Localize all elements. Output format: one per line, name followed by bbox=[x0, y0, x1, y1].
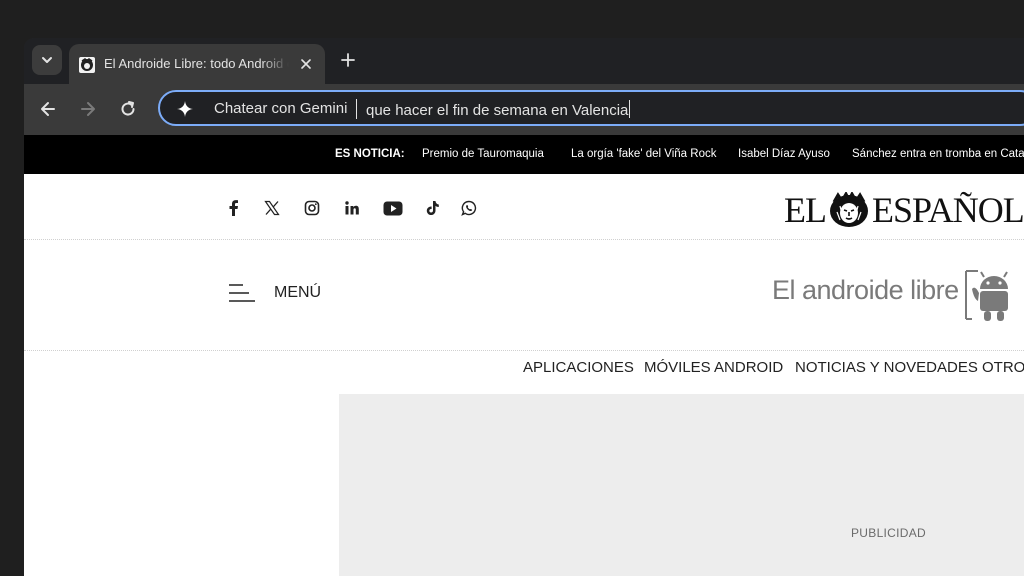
reload-button[interactable] bbox=[117, 98, 139, 120]
lion-logo-icon bbox=[829, 192, 868, 227]
facebook-icon bbox=[229, 200, 238, 216]
divider bbox=[24, 350, 1024, 351]
chevron-down-icon bbox=[42, 57, 52, 63]
whatsapp-icon bbox=[461, 200, 477, 216]
instagram-link[interactable] bbox=[301, 197, 323, 219]
lion-favicon-icon bbox=[79, 57, 95, 73]
facebook-link[interactable] bbox=[222, 197, 244, 219]
linkedin-icon bbox=[345, 201, 359, 215]
instagram-icon bbox=[304, 200, 320, 216]
ad-container[interactable]: PUBLICIDAD bbox=[339, 394, 1024, 576]
news-label: ES NOTICIA: bbox=[335, 148, 405, 160]
news-link[interactable]: La orgía 'fake' del Viña Rock bbox=[571, 148, 716, 160]
android-robot-logo-icon bbox=[965, 270, 1008, 321]
tab-title: El Androide Libre: todo Android en españ… bbox=[104, 56, 289, 71]
linkedin-link[interactable] bbox=[341, 197, 363, 219]
active-tab[interactable]: El Androide Libre: todo Android en españ… bbox=[69, 44, 325, 84]
hamburger-menu-icon bbox=[229, 284, 255, 302]
news-link[interactable]: Premio de Tauromaquia bbox=[422, 148, 544, 160]
back-button[interactable] bbox=[37, 98, 59, 120]
forward-button[interactable] bbox=[77, 98, 99, 120]
menu-button[interactable]: MENÚ bbox=[228, 283, 321, 303]
divider bbox=[24, 239, 1024, 240]
omnibox-separator bbox=[356, 99, 357, 119]
nav-item-aplicaciones[interactable]: APLICACIONES bbox=[523, 359, 634, 376]
nav-item-otros[interactable]: OTROS bbox=[982, 359, 1024, 376]
web-page: ES NOTICIA: Premio de Tauromaquia La org… bbox=[24, 135, 1024, 576]
menu-label: MENÚ bbox=[274, 284, 322, 301]
reload-icon bbox=[121, 101, 135, 116]
arrow-left-icon bbox=[41, 102, 55, 116]
browser-toolbar: Chatear con Gemini que hacer el fin de s… bbox=[24, 84, 1024, 135]
tiktok-link[interactable] bbox=[421, 197, 443, 219]
plus-icon bbox=[341, 53, 355, 67]
youtube-icon bbox=[383, 201, 403, 215]
x-icon bbox=[264, 200, 280, 216]
news-ticker-bar: ES NOTICIA: Premio de Tauromaquia La org… bbox=[24, 135, 1024, 174]
youtube-link[interactable] bbox=[382, 197, 404, 219]
logo-text-right: ESPAÑOL bbox=[871, 190, 1024, 230]
news-link[interactable]: Isabel Díaz Ayuso bbox=[738, 148, 830, 160]
nav-item-noticias-novedades[interactable]: NOTICIAS Y NOVEDADES bbox=[795, 359, 978, 376]
ad-label: PUBLICIDAD bbox=[851, 526, 927, 540]
el-espanol-logo[interactable]: EL ESPAÑOL bbox=[784, 190, 1024, 230]
new-tab-button[interactable] bbox=[338, 50, 358, 70]
whatsapp-link[interactable] bbox=[458, 197, 480, 219]
el-androide-libre-logo[interactable]: El androide libre bbox=[772, 275, 959, 306]
search-query-text[interactable]: que hacer el fin de semana en Valencia bbox=[366, 100, 631, 119]
arrow-right-icon bbox=[81, 102, 95, 116]
tiktok-icon bbox=[426, 201, 439, 215]
gemini-chip[interactable]: Chatear con Gemini bbox=[214, 100, 347, 117]
gemini-sparkle-icon bbox=[177, 101, 193, 117]
browser-window: El Androide Libre: todo Android en españ… bbox=[24, 38, 1024, 576]
x-link[interactable] bbox=[261, 197, 283, 219]
tab-close-button[interactable] bbox=[297, 55, 315, 73]
tab-search-button[interactable] bbox=[32, 45, 62, 75]
nav-item-moviles-android[interactable]: MÓVILES ANDROID bbox=[644, 359, 783, 376]
tab-strip: El Androide Libre: todo Android en españ… bbox=[24, 38, 1024, 84]
logo-text-left: EL bbox=[784, 190, 827, 230]
news-link[interactable]: Sánchez entra en tromba en Cataluña bbox=[852, 148, 1024, 160]
address-bar[interactable]: Chatear con Gemini que hacer el fin de s… bbox=[158, 90, 1024, 126]
text-caret bbox=[629, 100, 631, 118]
close-icon bbox=[301, 59, 311, 69]
